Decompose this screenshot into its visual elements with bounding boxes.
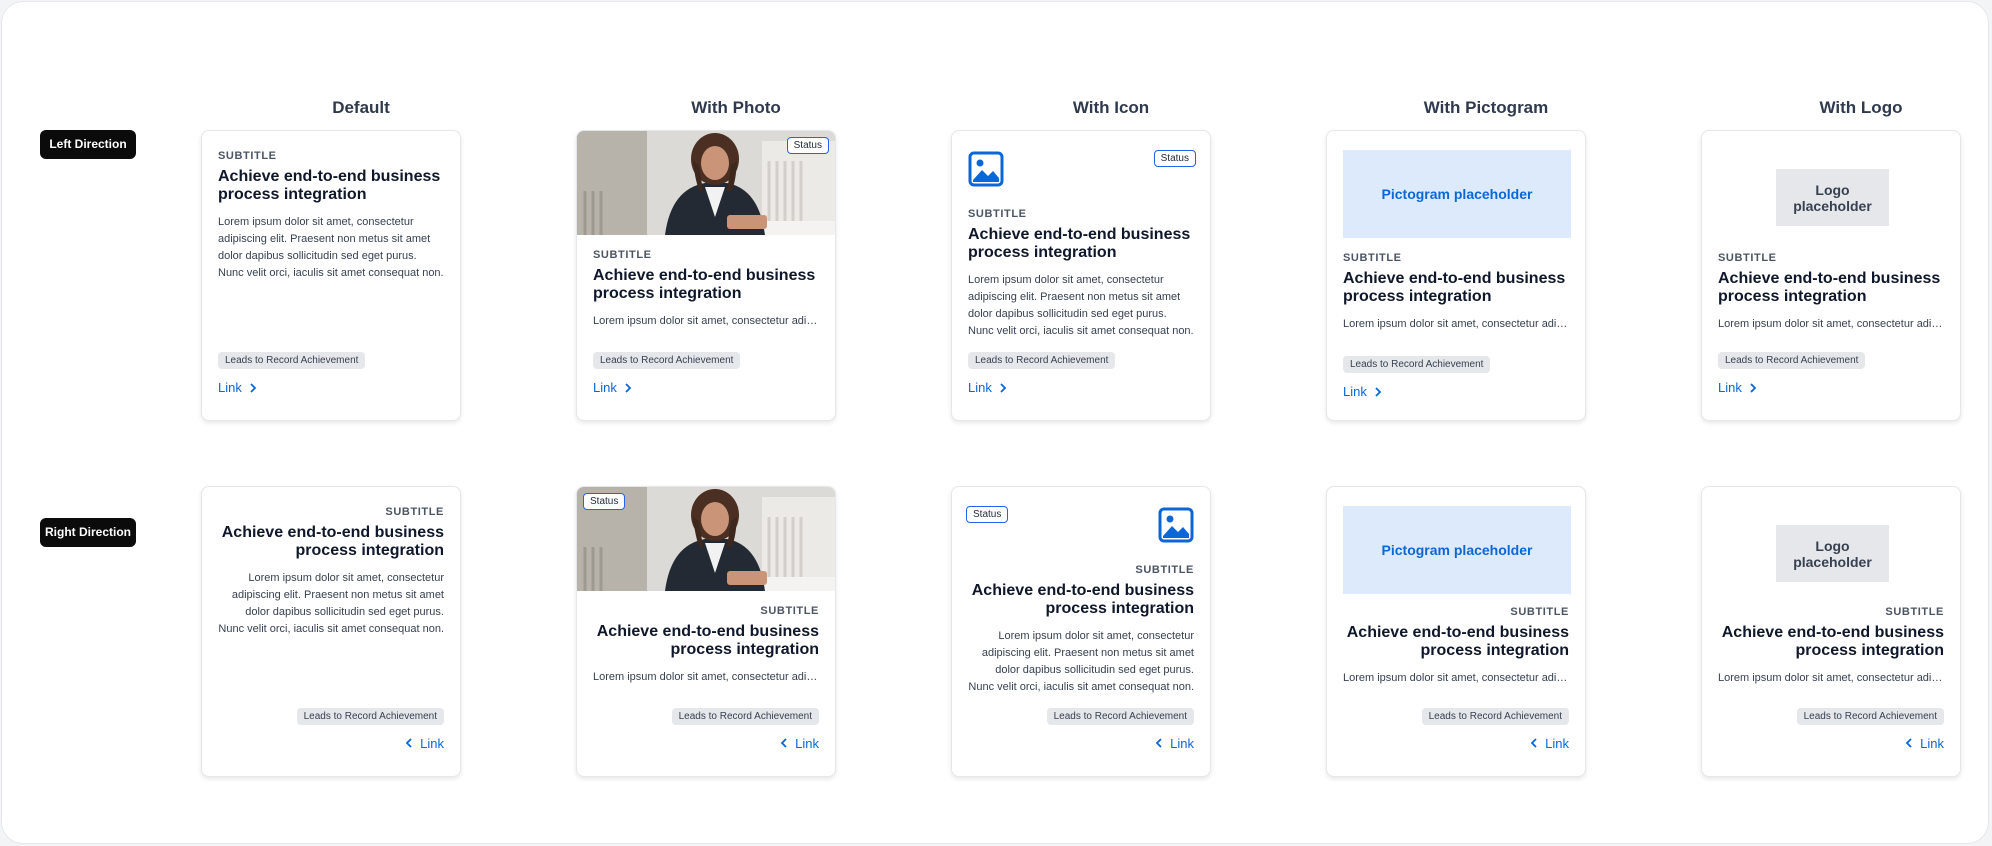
card-title: Achieve end-to-end business process inte…	[221, 524, 444, 559]
card-photo-left[interactable]: Status SUBTITLE Achieve end-to-end busin…	[576, 130, 836, 421]
card-tag: Leads to Record Achievement	[296, 708, 444, 725]
pictogram-placeholder: Pictogram placeholder	[1343, 150, 1571, 238]
card-link[interactable]: Link	[218, 380, 258, 395]
pictogram-placeholder: Pictogram placeholder	[1343, 506, 1571, 594]
card-link[interactable]: Link	[1718, 380, 1758, 395]
card-tag: Leads to Record Achievement	[1796, 708, 1944, 725]
link-label: Link	[1718, 380, 1742, 395]
column-header-with-pictogram: With Pictogram	[1423, 98, 1549, 117]
logo-placeholder: Logo placeholder	[1776, 525, 1889, 582]
card-title: Achieve end-to-end business process inte…	[1343, 270, 1566, 305]
card-subtitle: SUBTITLE	[1885, 606, 1944, 618]
card-link[interactable]: Link	[1529, 736, 1569, 751]
chevron-right-icon	[1000, 382, 1007, 393]
link-label: Link	[218, 380, 242, 395]
card-logo-right[interactable]: Logo placeholder SUBTITLE Achieve end-to…	[1701, 486, 1961, 777]
link-label: Link	[420, 735, 444, 751]
logo-placeholder: Logo placeholder	[1776, 169, 1889, 226]
link-label: Link	[1343, 384, 1367, 399]
card-link[interactable]: Link	[1904, 736, 1944, 751]
status-badge: Status	[583, 493, 626, 510]
card-subtitle: SUBTITLE	[385, 506, 444, 518]
card-title: Achieve end-to-end business process inte…	[1721, 624, 1944, 659]
card-pictogram-left[interactable]: Pictogram placeholder SUBTITLE Achieve e…	[1326, 130, 1586, 421]
card-subtitle: SUBTITLE	[593, 249, 652, 261]
card-subtitle: SUBTITLE	[1135, 564, 1194, 576]
card-title: Achieve end-to-end business process inte…	[1346, 624, 1569, 659]
card-subtitle: SUBTITLE	[1510, 606, 1569, 618]
card-body: Lorem ipsum dolor sit amet, consectetur …	[593, 315, 819, 327]
card-tag: Leads to Record Achievement	[671, 708, 819, 725]
chevron-left-icon	[405, 738, 412, 748]
chevron-left-icon	[1155, 738, 1162, 748]
row-label-right-direction: Right Direction	[40, 518, 136, 547]
card-link[interactable]: Link	[779, 736, 819, 751]
link-label: Link	[968, 380, 992, 395]
column-header-with-icon: With Icon	[1072, 98, 1150, 117]
card-logo-left[interactable]: Logo placeholder SUBTITLE Achieve end-to…	[1701, 130, 1961, 421]
link-label: Link	[1920, 735, 1944, 751]
card-body: Lorem ipsum dolor sit amet, consectetur …	[1718, 318, 1944, 330]
card-tag: Leads to Record Achievement	[218, 352, 366, 369]
image-icon	[1158, 507, 1194, 543]
canvas-frame: Default With Photo With Icon With Pictog…	[1, 1, 1989, 844]
column-header-with-photo: With Photo	[691, 98, 781, 117]
card-tag: Leads to Record Achievement	[1046, 708, 1194, 725]
card-title: Achieve end-to-end business process inte…	[971, 582, 1194, 617]
card-icon-left[interactable]: Status SUBTITLE Achieve end-to-end busin…	[951, 130, 1211, 421]
chevron-left-icon	[780, 738, 787, 748]
status-badge: Status	[1153, 150, 1196, 167]
card-subtitle: SUBTITLE	[1718, 252, 1777, 264]
card-body: Lorem ipsum dolor sit amet, consectetur …	[218, 572, 444, 635]
card-link[interactable]: Link	[968, 380, 1008, 395]
card-body: Lorem ipsum dolor sit amet, consectetur …	[968, 274, 1194, 337]
card-tag: Leads to Record Achievement	[593, 352, 741, 369]
card-title: Achieve end-to-end business process inte…	[593, 267, 816, 302]
link-label: Link	[1170, 735, 1194, 751]
link-label: Link	[1545, 735, 1569, 751]
card-body: Lorem ipsum dolor sit amet, consectetur …	[1343, 672, 1569, 684]
card-title: Achieve end-to-end business process inte…	[218, 168, 441, 203]
card-tag: Leads to Record Achievement	[1343, 356, 1491, 373]
card-subtitle: SUBTITLE	[218, 150, 277, 162]
status-badge: Status	[786, 137, 829, 154]
card-link[interactable]: Link	[1343, 384, 1383, 399]
card-body: Lorem ipsum dolor sit amet, consectetur …	[1718, 672, 1944, 684]
card-icon-right[interactable]: Status SUBTITLE Achieve end-to-end busin…	[951, 486, 1211, 777]
chevron-left-icon	[1530, 738, 1537, 748]
link-label: Link	[795, 735, 819, 751]
chevron-right-icon	[1750, 382, 1757, 393]
card-subtitle: SUBTITLE	[1343, 252, 1402, 264]
card-link[interactable]: Link	[593, 380, 633, 395]
card-subtitle: SUBTITLE	[968, 208, 1027, 220]
row-label-left-direction: Left Direction	[40, 130, 136, 159]
status-badge: Status	[966, 506, 1009, 523]
card-title: Achieve end-to-end business process inte…	[596, 623, 819, 658]
image-icon	[968, 151, 1004, 187]
card-photo-right[interactable]: Status SUBTITLE Achieve end-to-end busin…	[576, 486, 836, 777]
chevron-right-icon	[625, 382, 632, 393]
chevron-right-icon	[1375, 386, 1382, 397]
card-tag: Leads to Record Achievement	[1718, 352, 1866, 369]
card-default-left[interactable]: SUBTITLE Achieve end-to-end business pro…	[201, 130, 461, 421]
card-body: Lorem ipsum dolor sit amet, consectetur …	[593, 671, 819, 683]
card-tag: Leads to Record Achievement	[968, 352, 1116, 369]
link-label: Link	[593, 380, 617, 395]
card-link[interactable]: Link	[404, 736, 444, 751]
card-default-right[interactable]: SUBTITLE Achieve end-to-end business pro…	[201, 486, 461, 777]
card-subtitle: SUBTITLE	[760, 605, 819, 617]
card-body: Lorem ipsum dolor sit amet, consectetur …	[968, 630, 1194, 693]
card-title: Achieve end-to-end business process inte…	[1718, 270, 1941, 305]
card-body: Lorem ipsum dolor sit amet, consectetur …	[218, 216, 444, 279]
chevron-left-icon	[1905, 738, 1912, 748]
column-header-default: Default	[332, 98, 390, 117]
chevron-right-icon	[250, 382, 257, 393]
card-title: Achieve end-to-end business process inte…	[968, 226, 1191, 261]
card-link[interactable]: Link	[1154, 736, 1194, 751]
card-tag: Leads to Record Achievement	[1421, 708, 1569, 725]
card-body: Lorem ipsum dolor sit amet, consectetur …	[1343, 318, 1569, 330]
card-pictogram-right[interactable]: Pictogram placeholder SUBTITLE Achieve e…	[1326, 486, 1586, 777]
column-header-with-logo: With Logo	[1819, 98, 1903, 117]
